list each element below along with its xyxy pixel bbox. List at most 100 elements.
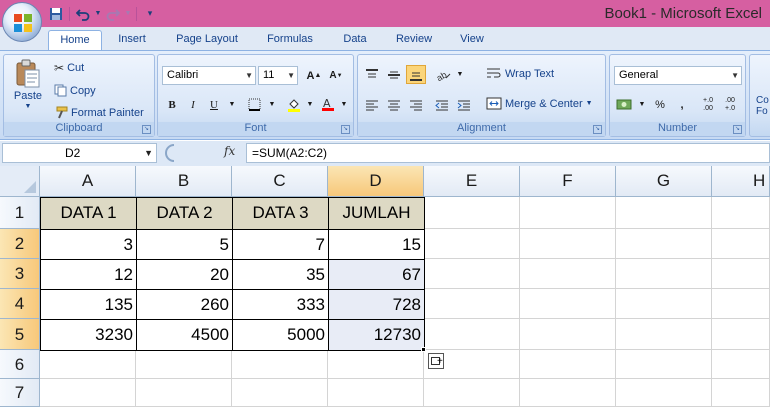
cell-h3[interactable] xyxy=(712,259,770,289)
cell-a2[interactable]: 3 xyxy=(40,229,137,260)
name-box[interactable]: D2 ▼ xyxy=(2,143,157,163)
cell-c7[interactable] xyxy=(232,379,328,407)
paste-button[interactable]: Paste ▼ xyxy=(10,59,46,110)
copy-button[interactable]: Copy xyxy=(54,84,96,97)
chevron-down-icon[interactable]: ▼ xyxy=(632,95,652,114)
align-center-icon[interactable] xyxy=(384,95,404,114)
cell-c1[interactable]: DATA 3 xyxy=(232,197,329,230)
tab-insert[interactable]: Insert xyxy=(110,30,154,50)
cell-g1[interactable] xyxy=(616,197,712,229)
insert-function-button[interactable]: fx xyxy=(224,144,235,158)
decrease-decimal-button[interactable]: .00 +.0 xyxy=(720,95,740,114)
cell-b6[interactable] xyxy=(136,350,232,379)
cell-e4[interactable] xyxy=(424,289,520,319)
cell-d4[interactable]: 728 xyxy=(328,289,425,320)
row-header-2[interactable]: 2 xyxy=(0,229,40,259)
cell-a1[interactable]: DATA 1 xyxy=(40,197,137,230)
format-painter-button[interactable]: Format Painter xyxy=(54,106,144,119)
cell-b3[interactable]: 20 xyxy=(136,259,233,290)
row-header-3[interactable]: 3 xyxy=(0,259,40,289)
column-header-g[interactable]: G xyxy=(616,166,712,197)
row-header-4[interactable]: 4 xyxy=(0,289,40,319)
cut-button[interactable]: ✂ Cut xyxy=(54,61,84,75)
cell-b1[interactable]: DATA 2 xyxy=(136,197,233,230)
cell-e7[interactable] xyxy=(424,379,520,407)
cell-e3[interactable] xyxy=(424,259,520,289)
increase-indent-icon[interactable] xyxy=(454,95,474,114)
conditional-formatting-button[interactable]: Co Fo xyxy=(756,95,770,117)
tab-formulas[interactable]: Formulas xyxy=(259,30,321,50)
cell-a3[interactable]: 12 xyxy=(40,259,137,290)
cell-c6[interactable] xyxy=(232,350,328,379)
row-header-7[interactable]: 7 xyxy=(0,379,40,407)
tab-page-layout[interactable]: Page Layout xyxy=(168,30,246,50)
tab-view[interactable]: View xyxy=(452,30,492,50)
tab-review[interactable]: Review xyxy=(389,30,439,50)
column-header-d[interactable]: D xyxy=(328,166,424,197)
cell-d6[interactable] xyxy=(328,350,424,379)
row-header-6[interactable]: 6 xyxy=(0,350,40,379)
cell-c3[interactable]: 35 xyxy=(232,259,329,290)
cell-h6[interactable] xyxy=(712,350,770,379)
chevron-down-icon[interactable]: ▼ xyxy=(300,95,320,114)
undo-icon[interactable] xyxy=(74,5,92,23)
column-header-a[interactable]: A xyxy=(40,166,136,197)
select-all-button[interactable] xyxy=(0,166,40,197)
cell-g6[interactable] xyxy=(616,350,712,379)
cell-e5[interactable] xyxy=(424,319,520,350)
align-bottom-icon[interactable] xyxy=(406,65,426,84)
cell-e1[interactable] xyxy=(424,197,520,229)
cell-d3[interactable]: 67 xyxy=(328,259,425,290)
currency-icon[interactable] xyxy=(614,95,634,114)
chevron-down-icon[interactable]: ▼ xyxy=(222,95,242,114)
dialog-launcher-icon[interactable]: ↘ xyxy=(341,125,350,134)
cell-h5[interactable] xyxy=(712,319,770,350)
column-header-f[interactable]: F xyxy=(520,166,616,197)
cell-c2[interactable]: 7 xyxy=(232,229,329,260)
office-button[interactable] xyxy=(2,2,42,42)
tab-home[interactable]: Home xyxy=(48,30,102,50)
auto-fill-options-icon[interactable] xyxy=(428,353,444,369)
cell-g7[interactable] xyxy=(616,379,712,407)
cell-b5[interactable]: 4500 xyxy=(136,319,233,351)
chevron-down-icon[interactable]: ▼ xyxy=(262,95,282,114)
dialog-launcher-icon[interactable]: ↘ xyxy=(733,125,742,134)
formula-input[interactable]: =SUM(A2:C2) xyxy=(246,143,770,163)
cell-c4[interactable]: 333 xyxy=(232,289,329,320)
cell-f6[interactable] xyxy=(520,350,616,379)
cell-h7[interactable] xyxy=(712,379,770,407)
customize-icon[interactable]: ▾ xyxy=(141,5,159,23)
align-top-icon[interactable] xyxy=(362,65,382,84)
column-header-h[interactable]: H xyxy=(712,166,770,197)
italic-button[interactable]: I xyxy=(183,95,203,114)
resize-handle-icon[interactable] xyxy=(162,144,178,162)
chevron-down-icon[interactable]: ▼ xyxy=(124,5,132,23)
redo-icon[interactable] xyxy=(104,5,122,23)
cell-b2[interactable]: 5 xyxy=(136,229,233,260)
dialog-launcher-icon[interactable]: ↘ xyxy=(142,125,151,134)
font-family-select[interactable]: Calibri ▼ xyxy=(162,66,256,85)
grow-font-icon[interactable]: A ▲ xyxy=(304,66,324,85)
bold-button[interactable]: B xyxy=(162,95,182,114)
wrap-text-button[interactable]: Wrap Text xyxy=(486,67,554,80)
dialog-launcher-icon[interactable]: ↘ xyxy=(593,125,602,134)
cell-f2[interactable] xyxy=(520,229,616,259)
cell-f7[interactable] xyxy=(520,379,616,407)
cell-h1[interactable] xyxy=(712,197,770,229)
cell-d7[interactable] xyxy=(328,379,424,407)
column-header-e[interactable]: E xyxy=(424,166,520,197)
cell-f3[interactable] xyxy=(520,259,616,289)
cell-f4[interactable] xyxy=(520,289,616,319)
cell-g5[interactable] xyxy=(616,319,712,350)
tab-data[interactable]: Data xyxy=(336,30,374,50)
merge-center-button[interactable]: Merge & Center ▼ xyxy=(486,97,593,110)
cell-f1[interactable] xyxy=(520,197,616,229)
percent-button[interactable]: % xyxy=(650,95,670,114)
cell-h4[interactable] xyxy=(712,289,770,319)
cell-d5[interactable]: 12730 xyxy=(328,319,425,351)
cell-a4[interactable]: 135 xyxy=(40,289,137,320)
cell-d1[interactable]: JUMLAH xyxy=(328,197,425,230)
shrink-font-icon[interactable]: A ▼ xyxy=(326,66,346,85)
cell-g3[interactable] xyxy=(616,259,712,289)
cell-e2[interactable] xyxy=(424,229,520,259)
